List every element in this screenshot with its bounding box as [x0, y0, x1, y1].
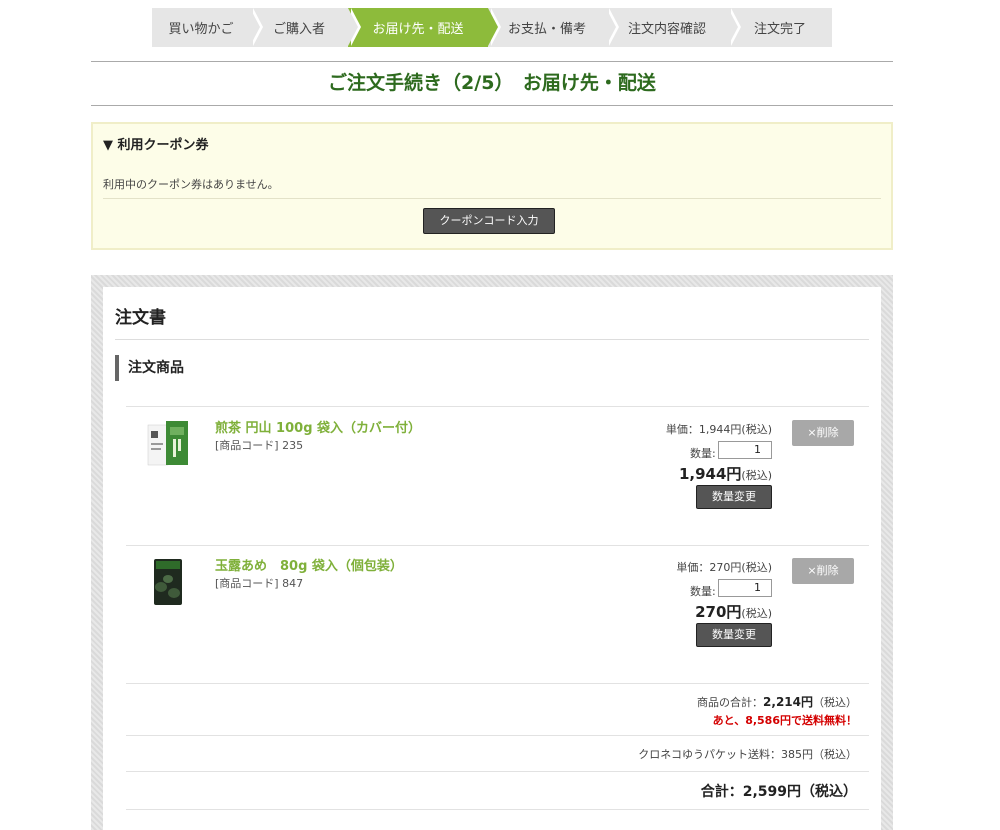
- quantity-input[interactable]: 1: [718, 579, 772, 597]
- product-image-gyokuro-candy[interactable]: [146, 557, 192, 607]
- product-name-link[interactable]: 玉露あめ 80g 袋入（個包装）: [215, 555, 403, 574]
- order-sheet: 注文書 注文商品 煎茶 円山 100g 袋入（カバー付） [商品コード] 235: [103, 287, 881, 830]
- page-title: ご注文手続き（2/5） お届け先・配送: [328, 72, 656, 94]
- product-name-link[interactable]: 煎茶 円山 100g 袋入（カバー付）: [215, 417, 421, 436]
- free-shipping-note: あと、8,586円で送料無料！: [712, 714, 857, 727]
- line-total-amount: 270円: [695, 603, 742, 621]
- line-total-amount: 1,944円: [678, 465, 742, 483]
- step-cart: 買い物かご: [152, 8, 263, 47]
- quantity-label: 数量:: [690, 447, 716, 460]
- order-title: 注文書: [115, 308, 166, 328]
- order-panel: 注文書 注文商品 煎茶 円山 100g 袋入（カバー付） [商品コード] 235: [91, 275, 893, 830]
- line-total-tax: (税込): [741, 607, 772, 620]
- step-buyer: ご購入者: [250, 8, 361, 47]
- coupon-heading[interactable]: ▼ 利用クーポン券: [103, 134, 209, 153]
- checkout-steps: 買い物かご ご購入者 お届け先・配送 お支払・備考 注文内容確認 注文完了: [152, 8, 832, 47]
- subtotal-tax: （税込）: [813, 696, 857, 709]
- product-image-sencha[interactable]: [146, 419, 192, 469]
- coupon-message: 利用中のクーポン券はありません。: [103, 178, 279, 191]
- subtotal-row: 商品の合計：2,214円（税込）: [126, 693, 869, 710]
- subtotal-value: 2,214円: [763, 695, 813, 709]
- coupon-box: ▼ 利用クーポン券 利用中のクーポン券はありません。 クーポンコード入力: [91, 122, 893, 250]
- title-bottom-rule: [91, 105, 893, 106]
- coupon-code-button[interactable]: クーポンコード入力: [423, 208, 555, 234]
- coupon-divider: [103, 198, 881, 199]
- step-complete: 注文完了: [728, 8, 832, 47]
- summary-divider: [126, 683, 869, 684]
- step-delivery: お届け先・配送: [348, 8, 501, 47]
- quantity-label: 数量:: [690, 585, 716, 598]
- quantity-input[interactable]: 1: [718, 441, 772, 459]
- subtotal-label: 商品の合計：: [697, 696, 764, 709]
- delete-item-button[interactable]: ×削除: [792, 558, 854, 584]
- list-item: 玉露あめ 80g 袋入（個包装） [商品コード] 847 単価：270円(税込)…: [126, 545, 869, 683]
- grand-total: 合計：2,599円（税込）: [700, 784, 857, 800]
- update-quantity-button[interactable]: 数量変更: [696, 623, 772, 647]
- line-total: 270円(税込): [695, 601, 772, 622]
- unit-price: 単価：270円(税込): [676, 561, 772, 574]
- summary-divider: [126, 809, 869, 810]
- delete-item-button[interactable]: ×削除: [792, 420, 854, 446]
- step-payment: お支払・備考: [488, 8, 619, 47]
- step-confirm: 注文内容確認: [606, 8, 741, 47]
- line-total: 1,944円(税込): [679, 463, 772, 484]
- section-title-products: 注文商品: [115, 355, 184, 381]
- product-code: [商品コード] 235: [215, 439, 304, 452]
- list-item: 煎茶 円山 100g 袋入（カバー付） [商品コード] 235 単価：1,944…: [126, 407, 869, 545]
- summary-divider: [126, 771, 869, 772]
- update-quantity-button[interactable]: 数量変更: [696, 485, 772, 509]
- summary-divider: [126, 735, 869, 736]
- shipping-fee: クロネコゆうパケット送料：385円（税込）: [638, 748, 857, 761]
- order-title-rule: [115, 339, 869, 340]
- product-code: [商品コード] 847: [215, 577, 304, 590]
- unit-price: 単価：1,944円(税込): [665, 423, 772, 436]
- line-total-tax: (税込): [741, 469, 772, 482]
